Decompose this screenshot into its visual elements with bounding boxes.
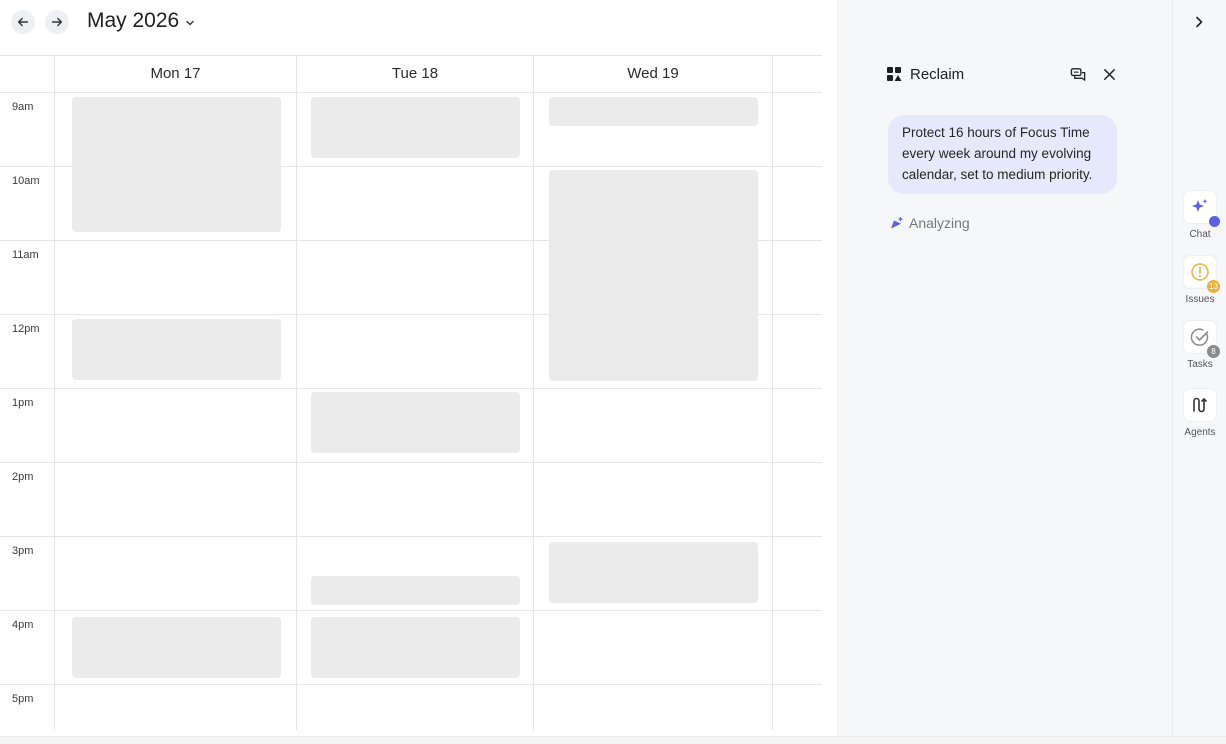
event-block[interactable] (311, 576, 520, 605)
user-message-bubble: Protect 16 hours of Focus Time every wee… (888, 115, 1117, 194)
analyzing-status: Analyzing (890, 215, 970, 231)
active-dot (1209, 216, 1220, 227)
rail-item-chat[interactable]: Chat (1173, 191, 1226, 240)
time-label: 9am (12, 101, 34, 113)
grid-divider (0, 610, 822, 611)
time-label: 12pm (12, 323, 40, 335)
panel-header: Reclaim (886, 64, 1121, 84)
close-icon (1103, 68, 1115, 80)
tasks-button[interactable]: 8 (1184, 321, 1221, 359)
sparkle-icon (1192, 199, 1208, 212)
event-block[interactable] (72, 319, 281, 380)
day-header-tue[interactable]: Tue 18 (297, 65, 533, 82)
next-week-button[interactable] (45, 10, 69, 34)
chat-button[interactable] (1184, 191, 1220, 227)
time-label: 1pm (12, 397, 34, 409)
tasks-count-badge: 8 (1206, 344, 1221, 359)
issues-button[interactable]: 13 (1184, 256, 1221, 294)
warning-icon (1191, 263, 1209, 281)
event-block[interactable] (549, 97, 758, 126)
time-label: 2pm (12, 471, 34, 483)
rail-label: Chat (1189, 229, 1211, 240)
rail-label: Issues (1185, 294, 1215, 305)
event-block[interactable] (311, 97, 520, 158)
grid-divider (0, 536, 822, 537)
chat-bubbles-icon (1070, 67, 1085, 81)
reclaim-logo-icon (887, 67, 902, 81)
event-block[interactable] (72, 617, 281, 678)
month-selector[interactable]: May 2026 (87, 9, 195, 33)
time-label: 10am (12, 175, 40, 187)
grid-divider (0, 55, 822, 56)
status-text: Analyzing (909, 215, 970, 231)
month-title: May 2026 (87, 9, 180, 32)
event-block[interactable] (72, 97, 281, 232)
arrow-left-icon (17, 17, 29, 27)
bottom-bar (0, 736, 1226, 744)
brand-name: Reclaim (910, 65, 965, 83)
check-circle-icon (1190, 328, 1209, 346)
day-header-mon[interactable]: Mon 17 (55, 65, 296, 82)
chevron-right-icon (1196, 16, 1203, 28)
collapse-rail-button[interactable] (1189, 12, 1209, 32)
prev-week-button[interactable] (11, 10, 35, 34)
rail-label: Agents (1184, 427, 1216, 438)
event-block[interactable] (549, 542, 758, 603)
grid-divider (772, 55, 773, 730)
assistant-panel: Reclaim Protect 16 hours of Focus Time e… (837, 0, 1172, 744)
time-label: 3pm (12, 545, 34, 557)
right-rail: Chat 13 Issues 8 Tasks Agents (1172, 0, 1226, 744)
arrow-right-icon (51, 17, 63, 27)
grid-divider (533, 55, 534, 730)
close-panel-button[interactable] (1099, 64, 1119, 84)
rail-item-tasks[interactable]: 8 Tasks (1173, 321, 1226, 370)
event-block[interactable] (311, 617, 520, 678)
event-block[interactable] (549, 170, 758, 381)
day-header-wed[interactable]: Wed 19 (534, 65, 772, 82)
event-block[interactable] (311, 392, 520, 453)
sparkle-icon (891, 216, 904, 229)
grid-divider (0, 684, 822, 685)
grid-divider (0, 462, 822, 463)
time-label: 5pm (12, 693, 34, 705)
chevron-down-icon (186, 20, 194, 25)
grid-divider (54, 55, 55, 730)
time-label: 4pm (12, 619, 34, 631)
agents-icon (1193, 397, 1207, 413)
rail-item-agents[interactable]: Agents (1173, 389, 1226, 438)
week-grid: Mon 17 Tue 18 Wed 19 9am 10am 11am 12pm … (0, 55, 837, 730)
grid-divider (0, 388, 822, 389)
rail-label: Tasks (1187, 359, 1213, 370)
time-label: 11am (12, 249, 39, 261)
calendar-view: May 2026 Mon 17 Tue 18 Wed 19 9am 10am 1… (0, 0, 837, 744)
grid-divider (296, 55, 297, 730)
agents-button[interactable] (1184, 389, 1216, 421)
grid-divider (0, 92, 822, 93)
rail-item-issues[interactable]: 13 Issues (1173, 256, 1226, 305)
conversations-button[interactable] (1068, 64, 1088, 84)
issues-count-badge: 13 (1206, 279, 1221, 294)
